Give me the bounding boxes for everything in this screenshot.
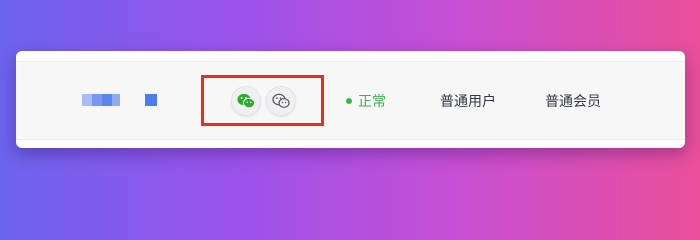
member-type-cell: 普通会员 xyxy=(545,94,601,110)
status-label: 正常 xyxy=(358,94,386,110)
account-status: 正常 xyxy=(346,91,386,111)
user-type-cell: 普通用户 xyxy=(440,94,496,110)
highlight-box xyxy=(201,75,324,126)
status-dot xyxy=(346,98,352,104)
redacted-username xyxy=(82,94,122,106)
redacted-avatar xyxy=(145,94,157,106)
